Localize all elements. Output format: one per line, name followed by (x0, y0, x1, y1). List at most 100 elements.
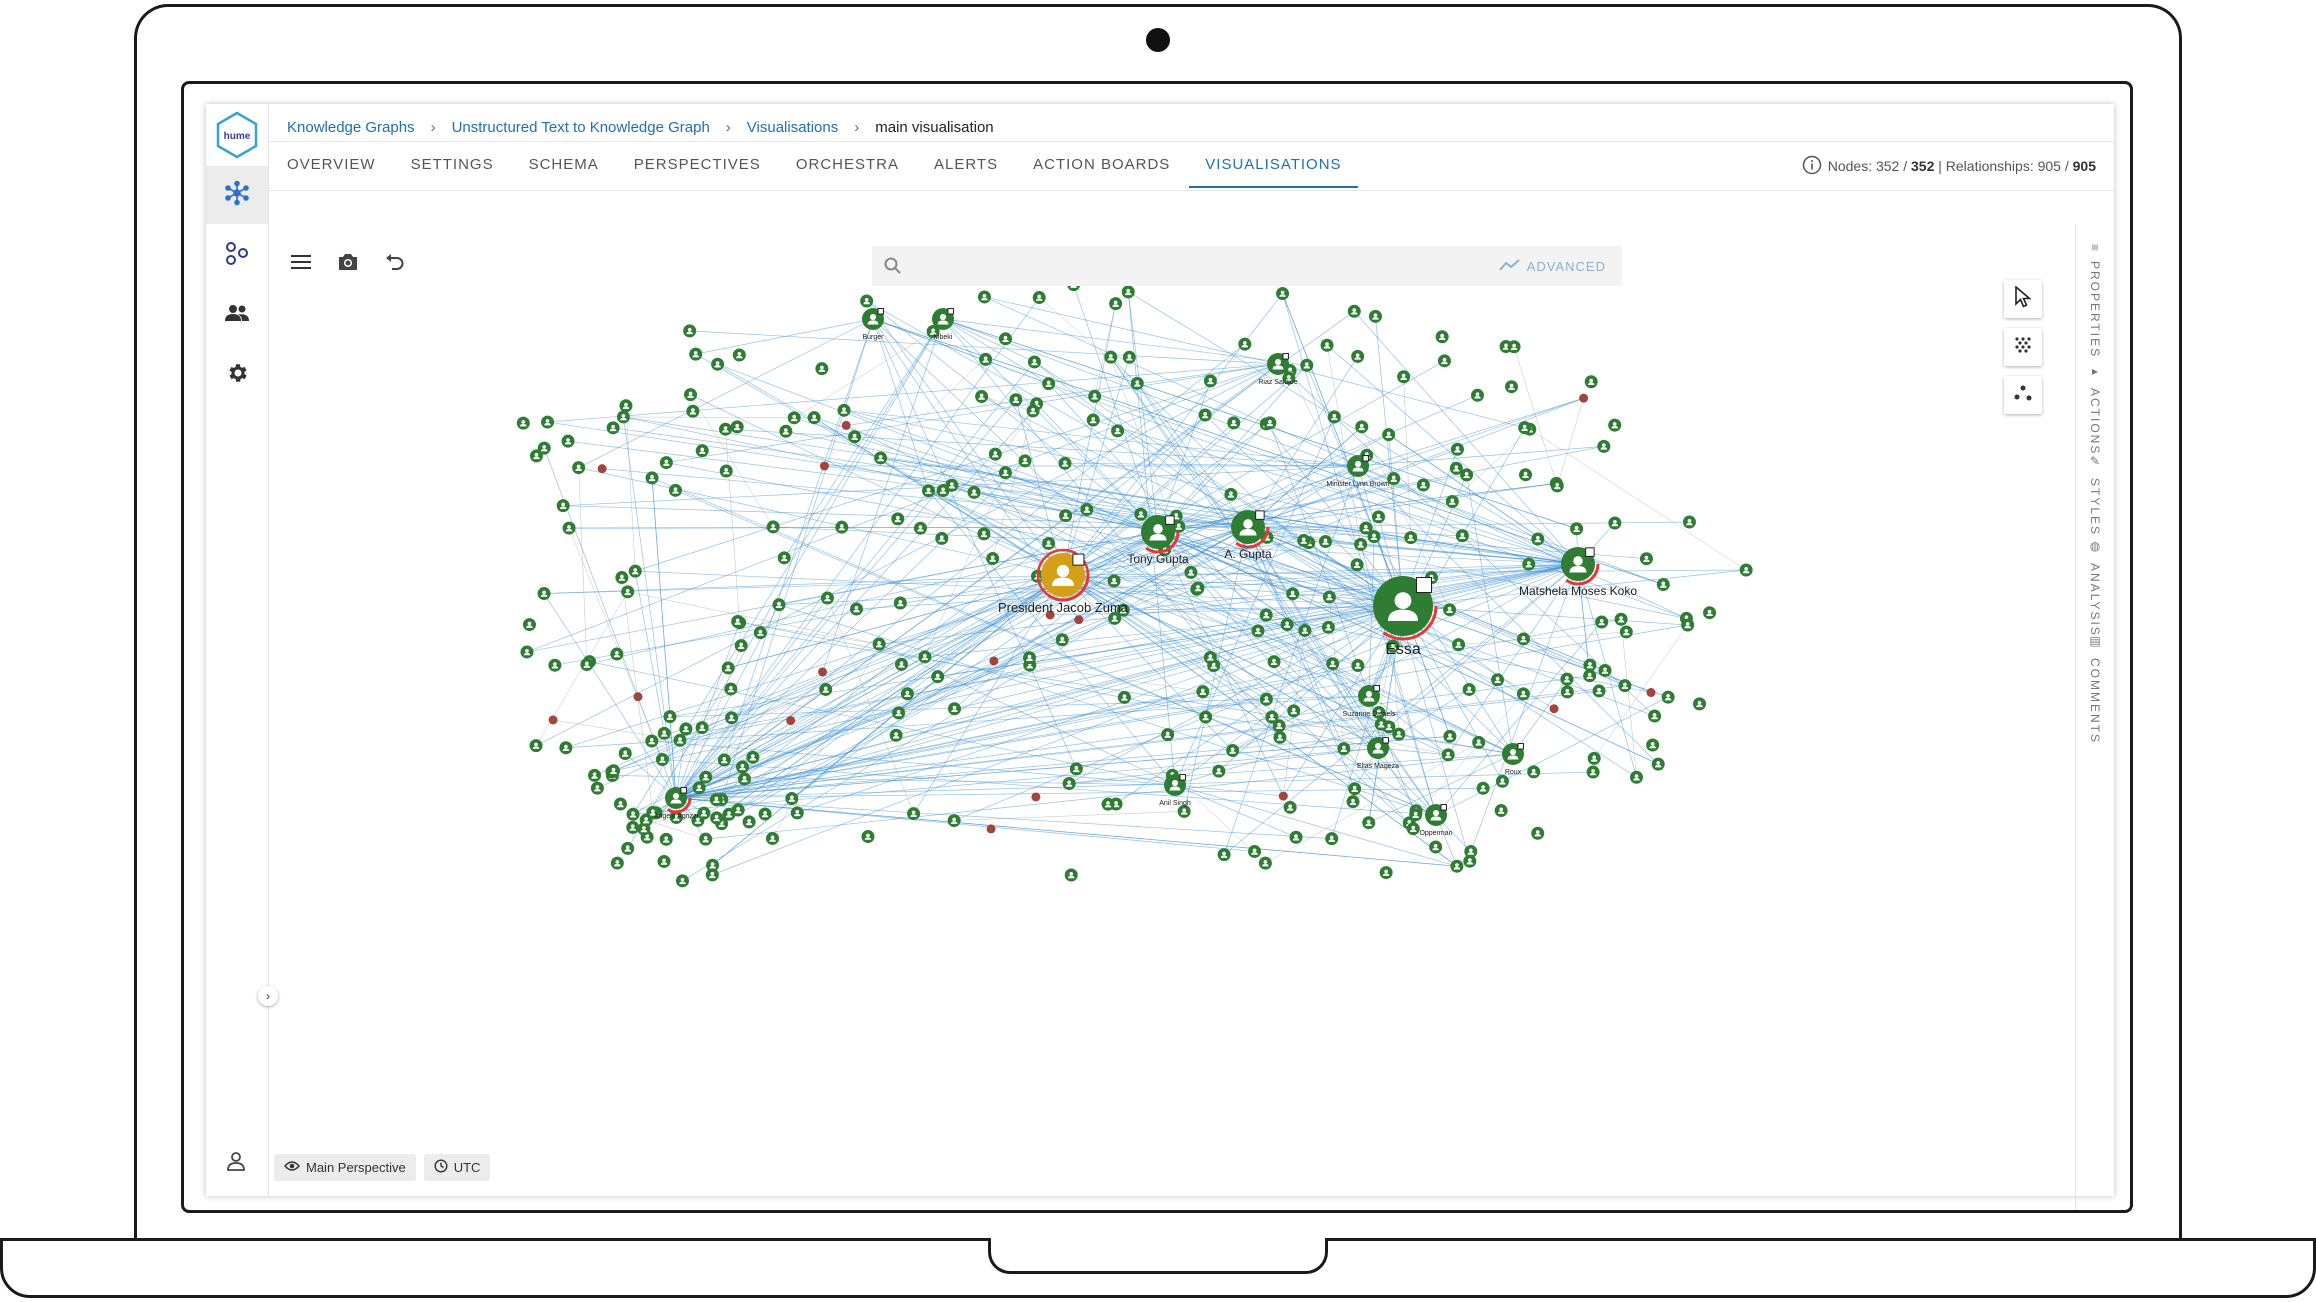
graph-node[interactable] (1470, 388, 1484, 402)
graph-node[interactable] (1441, 748, 1455, 762)
graph-node[interactable] (818, 667, 828, 677)
graph-node[interactable] (659, 832, 673, 846)
graph-node[interactable] (1450, 859, 1464, 873)
graph-node-hub[interactable]: Roux (1502, 743, 1524, 776)
graph-node[interactable] (1347, 304, 1361, 318)
graph-node[interactable] (1027, 355, 1041, 369)
graph-node[interactable] (1595, 615, 1609, 629)
graph-node[interactable] (645, 734, 659, 748)
graph-node[interactable] (931, 670, 945, 684)
graph-node[interactable] (766, 831, 780, 845)
graph-node[interactable] (537, 587, 551, 601)
graph-node[interactable] (639, 813, 653, 827)
graph-node[interactable] (1372, 510, 1386, 524)
graph-node[interactable] (529, 449, 543, 463)
graph-node[interactable] (1522, 557, 1536, 571)
graph-node[interactable] (572, 461, 586, 475)
graph-node[interactable] (1404, 531, 1418, 545)
graph-node[interactable] (1122, 350, 1136, 364)
breadcrumb-knowledge-graphs[interactable]: Knowledge Graphs (287, 119, 415, 136)
graph-node[interactable] (541, 415, 555, 429)
menu-icon[interactable] (290, 253, 312, 276)
graph-node[interactable] (1042, 377, 1056, 391)
graph-node[interactable] (815, 362, 829, 376)
graph-node[interactable] (657, 854, 671, 868)
tab-overview[interactable]: OVERVIEW (287, 150, 376, 188)
graph-node[interactable] (663, 710, 677, 724)
graph-node[interactable] (1450, 442, 1464, 456)
breadcrumb-unstructured-text[interactable]: Unstructured Text to Knowledge Graph (452, 119, 710, 136)
graph-node[interactable] (1026, 404, 1040, 418)
graph-node[interactable] (1238, 337, 1252, 351)
graph-node[interactable] (861, 830, 875, 844)
graph-node[interactable] (975, 390, 989, 404)
graph-node[interactable] (659, 456, 673, 470)
graph-node[interactable] (1416, 478, 1430, 492)
graph-node[interactable] (1346, 795, 1360, 809)
graph-node[interactable] (1455, 529, 1469, 543)
nav-users[interactable] (206, 286, 268, 344)
graph-node[interactable] (1351, 349, 1365, 363)
graph-node[interactable] (921, 484, 935, 498)
graph-node[interactable] (621, 841, 635, 855)
graph-node[interactable] (628, 564, 642, 578)
graph-node[interactable] (1531, 826, 1545, 840)
graph-node[interactable] (1646, 738, 1660, 752)
graph-node[interactable] (1608, 516, 1622, 530)
graph-node[interactable] (936, 483, 950, 497)
graph-node[interactable] (1248, 844, 1262, 858)
graph-node[interactable] (520, 645, 534, 659)
graph-node[interactable] (986, 824, 996, 834)
graph-node[interactable] (613, 797, 627, 811)
panel-tab-comments[interactable]: ▤ COMMENTS (2086, 634, 2104, 744)
graph-node[interactable] (841, 420, 851, 430)
graph-node[interactable] (1703, 606, 1717, 620)
graph-node[interactable] (1374, 717, 1388, 731)
graph-node[interactable] (1449, 461, 1463, 475)
graph-node[interactable] (731, 614, 745, 628)
graph-node[interactable] (1265, 710, 1279, 724)
graph-node[interactable] (907, 807, 921, 821)
graph-node[interactable] (692, 781, 706, 795)
graph-node[interactable] (618, 746, 632, 760)
graph-node[interactable] (1583, 669, 1597, 683)
graph-node[interactable] (849, 602, 863, 616)
graph-node[interactable] (766, 520, 780, 534)
tab-orchestra[interactable]: ORCHESTRA (796, 150, 899, 188)
graph-node[interactable] (1443, 729, 1457, 743)
graph-node[interactable] (1429, 840, 1443, 854)
graph-node[interactable] (1382, 428, 1396, 442)
tab-settings[interactable]: SETTINGS (411, 150, 494, 188)
graph-node[interactable] (753, 626, 767, 640)
graph-node[interactable] (1321, 620, 1335, 634)
graph-node[interactable] (1023, 651, 1037, 665)
graph-node[interactable] (1516, 687, 1530, 701)
perspective-chip[interactable]: Main Perspective (274, 1154, 416, 1181)
panel-tab-styles[interactable]: ✎ STYLES (2086, 454, 2104, 536)
graph-node[interactable] (1570, 522, 1584, 536)
graph-node[interactable] (668, 483, 682, 497)
graph-node[interactable] (1267, 655, 1281, 669)
graph-node[interactable] (1042, 536, 1056, 550)
graph-node[interactable] (1348, 782, 1362, 796)
graph-node[interactable] (1597, 439, 1611, 453)
nav-graph[interactable] (206, 166, 268, 224)
graph-node[interactable] (1280, 617, 1294, 631)
graph-node[interactable] (561, 434, 575, 448)
panel-tab-analysis[interactable]: ◍ ANALYSIS (2086, 539, 2104, 637)
graph-node[interactable] (1199, 710, 1213, 724)
graph-node[interactable] (548, 715, 558, 725)
graph-node[interactable] (1278, 791, 1288, 801)
select-tool-button[interactable] (2004, 280, 2042, 318)
info-icon[interactable] (1802, 155, 1822, 178)
graph-node[interactable] (738, 772, 752, 786)
graph-node[interactable] (1217, 848, 1231, 862)
graph-node[interactable] (724, 682, 738, 696)
graph-node[interactable] (1516, 632, 1530, 646)
graph-node[interactable] (1064, 868, 1078, 882)
graph-node[interactable] (742, 815, 756, 829)
graph-node[interactable] (979, 352, 993, 366)
graph-node[interactable] (893, 596, 907, 610)
graph-node[interactable] (1198, 408, 1212, 422)
graph-node[interactable] (1212, 764, 1226, 778)
